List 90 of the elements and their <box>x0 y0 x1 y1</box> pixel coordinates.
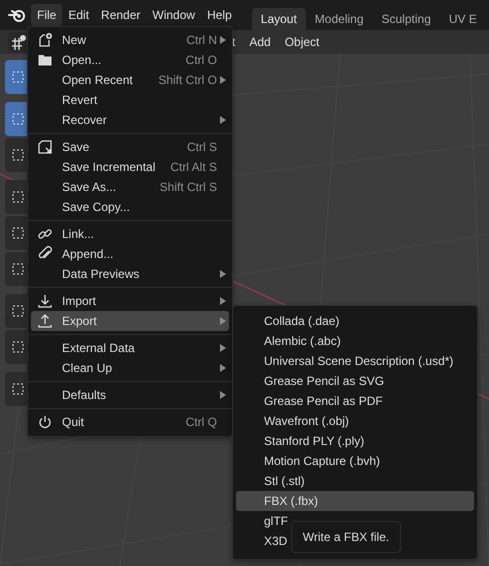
menu-item[interactable]: Window <box>146 4 202 26</box>
tooltip-text: Write a FBX file. <box>302 530 390 544</box>
workspace-tab[interactable]: Layout <box>252 8 306 30</box>
dashed-square-icon <box>10 189 26 205</box>
menu-label: New <box>62 33 88 47</box>
submenu-arrow-icon <box>220 36 226 44</box>
submenu-arrow-icon <box>220 270 226 278</box>
menu-label: Save Incremental <box>62 160 156 174</box>
menu-label: Append... <box>62 247 114 261</box>
menu-item[interactable]: Save Copy... <box>31 197 229 217</box>
power-icon <box>37 414 53 430</box>
menu-label: Open... <box>62 53 102 67</box>
shortcut-label: Ctrl Alt S <box>170 160 217 174</box>
submenu-arrow-icon <box>220 297 226 305</box>
submenu-arrow-icon <box>220 116 226 124</box>
menu-item[interactable]: Quit Ctrl Q <box>31 412 229 432</box>
submenu-arrow-icon <box>220 344 226 352</box>
submenu-arrow-icon <box>220 76 226 84</box>
menu-item[interactable]: Universal Scene Description (.usd*) <box>236 351 474 371</box>
menu-label: Save <box>62 140 90 154</box>
menu-label: Recover <box>62 113 108 127</box>
shortcut-label: Ctrl S <box>187 140 217 154</box>
menu-item[interactable]: Edit <box>62 4 96 26</box>
dashed-square-icon <box>10 261 26 277</box>
menu-item[interactable]: Stl (.stl) <box>236 471 474 491</box>
menu-item[interactable]: Stanford PLY (.ply) <box>236 431 474 451</box>
menu-item[interactable]: External Data <box>31 338 229 358</box>
menu-label: Import <box>62 294 98 308</box>
dashed-square-icon <box>10 225 26 241</box>
menu-item[interactable]: Import <box>31 291 229 311</box>
menu-item[interactable]: Add <box>242 32 278 52</box>
dashed-square-icon <box>10 303 26 319</box>
menu-item[interactable]: Save As... Shift Ctrl S <box>31 177 229 197</box>
shortcut-label: Ctrl N <box>186 33 217 47</box>
shortcut-label: Ctrl O <box>186 53 217 67</box>
menu-item[interactable]: New Ctrl N <box>31 30 229 50</box>
menu-item[interactable]: Wavefront (.obj) <box>236 411 474 431</box>
menu-label: Revert <box>62 93 98 107</box>
menu-label: Save As... <box>62 180 118 194</box>
menu-label: Link... <box>62 227 96 241</box>
menu-item[interactable]: File <box>31 4 62 26</box>
dashed-square-icon <box>10 69 26 85</box>
menu-item[interactable]: Grease Pencil as SVG <box>236 371 474 391</box>
menu-item[interactable]: Alembic (.abc) <box>236 331 474 351</box>
menu-item[interactable]: Motion Capture (.bvh) <box>236 451 474 471</box>
menu-item[interactable]: Help <box>201 4 238 26</box>
menu-item[interactable]: Open... Ctrl O <box>31 50 229 70</box>
menu-item[interactable]: Render <box>95 4 146 26</box>
workspace-tab[interactable]: UV E <box>440 8 486 30</box>
menu-item[interactable]: FBX (.fbx) <box>236 491 474 511</box>
menu-item[interactable]: Export <box>31 311 229 331</box>
menu-label: Export <box>62 314 98 328</box>
menu-label: Data Previews <box>62 267 140 281</box>
new-file-icon <box>37 32 53 48</box>
workspace-tab[interactable]: Sculpting <box>372 8 440 30</box>
shortcut-label: Shift Ctrl O <box>158 73 217 87</box>
menu-label: Quit <box>62 415 86 429</box>
save-icon <box>37 139 53 155</box>
menu-item[interactable]: Save Incremental Ctrl Alt S <box>31 157 229 177</box>
menu-item[interactable]: Recover <box>31 110 229 130</box>
menu-label: Clean Up <box>62 361 114 375</box>
dashed-square-icon <box>10 381 26 397</box>
dashed-square-icon <box>10 339 26 355</box>
shortcut-label: Ctrl Q <box>186 415 217 429</box>
menu-item[interactable]: Clean Up <box>31 358 229 378</box>
submenu-arrow-icon <box>220 364 226 372</box>
menu-label: Defaults <box>62 388 108 402</box>
dashed-square-icon <box>10 111 26 127</box>
menu-item[interactable]: Save Ctrl S <box>31 137 229 157</box>
menu-item[interactable]: Object <box>278 32 326 52</box>
submenu-arrow-icon <box>220 391 226 399</box>
export-icon <box>37 313 53 329</box>
menu-label: Save Copy... <box>62 200 131 214</box>
menu-item[interactable]: Revert <box>31 90 229 110</box>
menu-item[interactable]: Data Previews <box>31 264 229 284</box>
menu-item[interactable]: Append... <box>31 244 229 264</box>
menu-label: External Data <box>62 341 136 355</box>
dashed-square-icon <box>10 147 26 163</box>
import-icon <box>37 293 53 309</box>
menu-item[interactable]: Grease Pencil as PDF <box>236 391 474 411</box>
workspace-tab[interactable]: Modeling <box>306 8 372 30</box>
blender-logo-icon <box>8 7 26 23</box>
shortcut-label: Shift Ctrl S <box>160 180 217 194</box>
menu-item[interactable]: Link... <box>31 224 229 244</box>
submenu-arrow-icon <box>220 317 226 325</box>
menu-item[interactable]: Collada (.dae) <box>236 311 474 331</box>
menu-label: Open Recent <box>62 73 134 87</box>
menu-item[interactable]: Defaults <box>31 385 229 405</box>
menu-item[interactable]: Open Recent Shift Ctrl O <box>31 70 229 90</box>
folder-icon <box>37 52 53 68</box>
